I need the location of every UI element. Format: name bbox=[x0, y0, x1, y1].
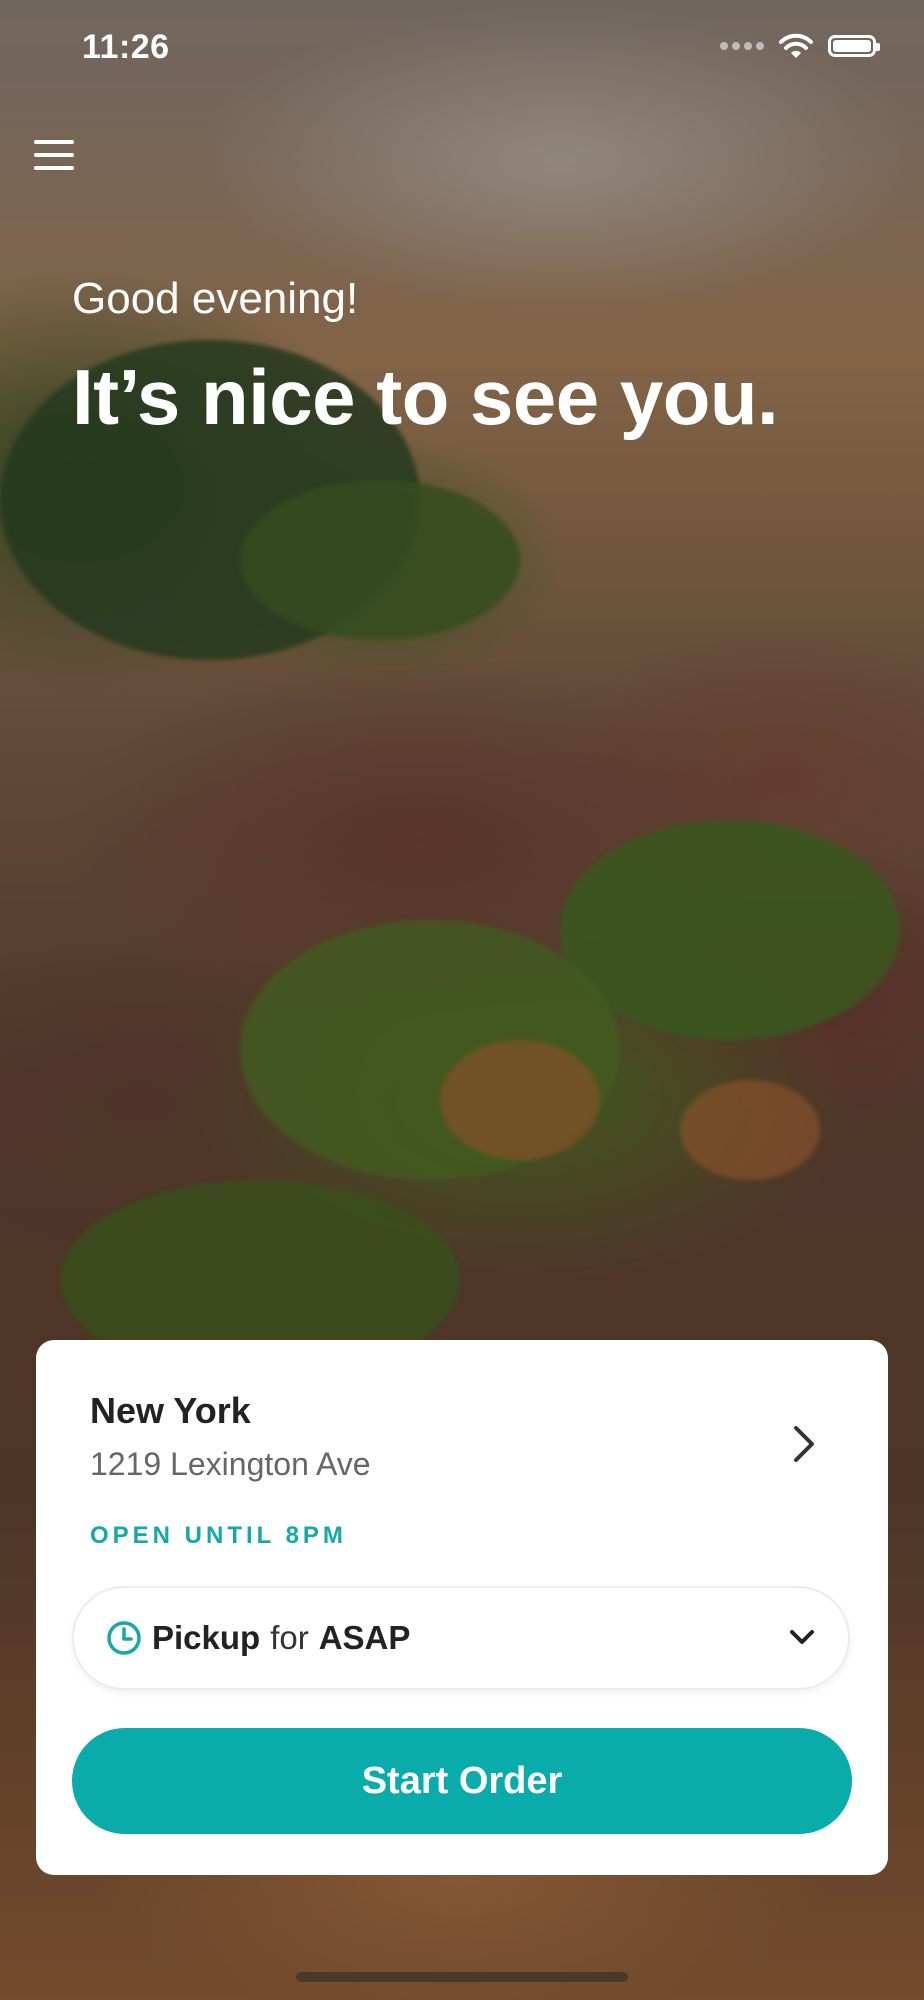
order-mode-connector: for bbox=[270, 1619, 309, 1656]
order-mode-text: Pickup for ASAP bbox=[152, 1619, 410, 1657]
clock-icon bbox=[107, 1621, 141, 1655]
order-mode-label: Pickup bbox=[152, 1619, 261, 1656]
status-time: 11:26 bbox=[82, 28, 170, 66]
start-order-button[interactable]: Start Order bbox=[72, 1728, 852, 1834]
hamburger-menu-icon[interactable] bbox=[34, 140, 74, 176]
welcome-headline: It’s nice to see you. bbox=[72, 353, 779, 441]
battery-icon bbox=[828, 35, 880, 57]
signal-icon bbox=[720, 42, 764, 50]
status-icons bbox=[720, 32, 880, 60]
order-time-label: ASAP bbox=[318, 1619, 411, 1656]
chevron-down-icon bbox=[790, 1630, 814, 1644]
wifi-icon bbox=[779, 33, 813, 58]
open-status-badge: OPEN UNTIL 8PM bbox=[90, 1522, 347, 1549]
greeting-text: Good evening! bbox=[72, 274, 359, 323]
order-mode-selector[interactable]: Pickup for ASAP bbox=[72, 1586, 850, 1690]
location-card: New York 1219 Lexington Ave OPEN UNTIL 8… bbox=[36, 1340, 888, 1875]
chevron-right-icon bbox=[794, 1426, 814, 1462]
location-address: 1219 Lexington Ave bbox=[90, 1446, 371, 1482]
location-name: New York bbox=[90, 1390, 251, 1431]
location-selector[interactable]: New York 1219 Lexington Ave bbox=[90, 1390, 848, 1490]
home-indicator[interactable] bbox=[296, 1972, 628, 1982]
